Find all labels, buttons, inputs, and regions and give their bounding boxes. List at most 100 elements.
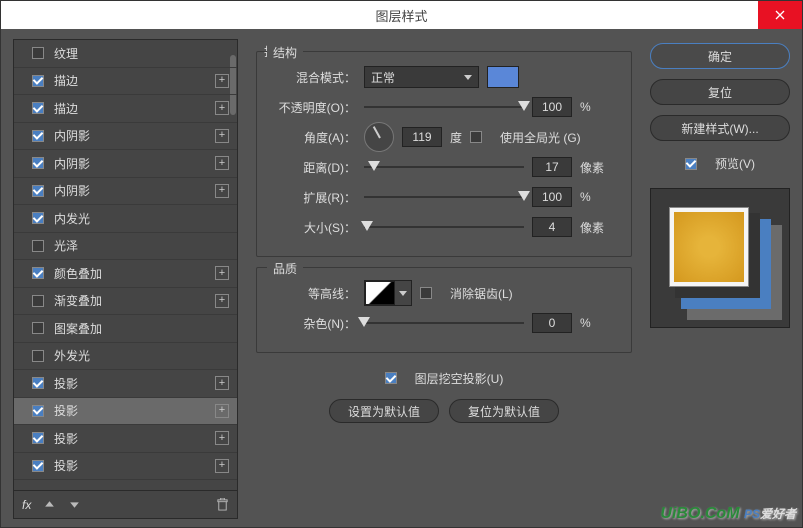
effect-label: 颜色叠加 (54, 265, 102, 282)
make-default-button[interactable]: 设置为默认值 (329, 399, 439, 423)
add-effect-button[interactable]: + (215, 101, 229, 115)
effect-row[interactable]: 纹理 (14, 40, 237, 68)
effect-checkbox[interactable] (32, 377, 44, 389)
knockout-checkbox[interactable] (385, 372, 397, 384)
contour-picker[interactable] (364, 280, 412, 306)
global-light-label: 使用全局光 (G) (500, 129, 581, 146)
effect-checkbox[interactable] (32, 157, 44, 169)
blend-mode-label: 混合模式： (271, 69, 356, 86)
trash-icon[interactable] (216, 498, 229, 511)
style-preview (650, 188, 790, 328)
cancel-button[interactable]: 复位 (650, 79, 790, 105)
spread-slider[interactable] (364, 189, 524, 205)
distance-slider[interactable] (364, 159, 524, 175)
spread-label: 扩展(R)： (271, 189, 356, 206)
opacity-slider[interactable] (364, 99, 524, 115)
antialias-checkbox[interactable] (420, 287, 432, 299)
effect-row[interactable]: 图案叠加 (14, 315, 237, 343)
effect-row[interactable]: 内阴影 + (14, 150, 237, 178)
effect-checkbox[interactable] (32, 322, 44, 334)
close-icon (775, 10, 785, 20)
effect-checkbox[interactable] (32, 432, 44, 444)
angle-input[interactable]: 119 (402, 127, 442, 147)
effect-label: 内阴影 (54, 155, 90, 172)
global-light-checkbox[interactable] (470, 131, 482, 143)
add-effect-button[interactable]: + (215, 266, 229, 280)
angle-label: 角度(A)： (271, 129, 356, 146)
effect-row[interactable]: 内阴影 + (14, 123, 237, 151)
opacity-input[interactable]: 100 (532, 97, 572, 117)
effect-label: 投影 (54, 375, 78, 392)
effect-row[interactable]: 投影 + (14, 453, 237, 481)
effect-checkbox[interactable] (32, 460, 44, 472)
size-input[interactable]: 4 (532, 217, 572, 237)
noise-input[interactable]: 0 (532, 313, 572, 333)
spread-input[interactable]: 100 (532, 187, 572, 207)
add-effect-button[interactable]: + (215, 376, 229, 390)
effect-label: 光泽 (54, 237, 78, 254)
structure-group: 结构 混合模式： 正常 不透明度(O)： 100 % (256, 51, 632, 257)
settings-panel: 投影 结构 混合模式： 正常 不透明度(O)： 100 (248, 39, 640, 519)
add-effect-button[interactable]: + (215, 294, 229, 308)
size-slider[interactable] (364, 219, 524, 235)
effects-list[interactable]: 纹理描边+描边+内阴影+内阴影+内阴影+内发光光泽颜色叠加+渐变叠加+图案叠加外… (13, 39, 238, 491)
add-effect-button[interactable]: + (215, 184, 229, 198)
effect-checkbox[interactable] (32, 212, 44, 224)
effect-row[interactable]: 投影+ (14, 398, 237, 426)
blend-mode-combo[interactable]: 正常 (364, 66, 479, 88)
effect-row[interactable]: 投影 + (14, 370, 237, 398)
effect-checkbox[interactable] (32, 185, 44, 197)
effect-checkbox[interactable] (32, 267, 44, 279)
contour-preview (365, 281, 395, 305)
effect-label: 内阴影 (54, 127, 90, 144)
add-effect-button[interactable]: + (215, 156, 229, 170)
effect-row[interactable]: 颜色叠加 + (14, 260, 237, 288)
effects-panel: 纹理描边+描边+内阴影+内阴影+内阴影+内发光光泽颜色叠加+渐变叠加+图案叠加外… (13, 39, 238, 519)
add-effect-button[interactable]: + (215, 459, 229, 473)
effect-row[interactable]: 内发光 (14, 205, 237, 233)
angle-dial[interactable] (364, 122, 394, 152)
effect-label: 渐变叠加 (54, 292, 102, 309)
add-effect-button[interactable]: + (215, 404, 229, 418)
close-button[interactable] (758, 1, 802, 29)
noise-slider[interactable] (364, 315, 524, 331)
effect-checkbox[interactable] (32, 130, 44, 142)
add-effect-button[interactable]: + (215, 74, 229, 88)
effect-checkbox[interactable] (32, 295, 44, 307)
reset-default-button[interactable]: 复位为默认值 (449, 399, 559, 423)
ok-button[interactable]: 确定 (650, 43, 790, 69)
effect-checkbox[interactable] (32, 350, 44, 362)
effect-row[interactable]: 外发光 (14, 343, 237, 371)
effect-label: 投影 (54, 457, 78, 474)
quality-title: 品质 (267, 260, 303, 277)
preview-label: 预览(V) (715, 155, 755, 172)
effect-checkbox[interactable] (32, 102, 44, 114)
preview-checkbox[interactable] (685, 158, 697, 170)
effect-checkbox[interactable] (32, 405, 44, 417)
effect-row[interactable]: 描边+ (14, 95, 237, 123)
effect-row[interactable]: 投影+ (14, 425, 237, 453)
knockout-label: 图层挖空投影(U) (415, 370, 504, 387)
fx-label[interactable]: fx (22, 498, 31, 512)
effect-row[interactable]: 描边+ (14, 68, 237, 96)
new-style-button[interactable]: 新建样式(W)... (650, 115, 790, 141)
effect-checkbox[interactable] (32, 75, 44, 87)
watermark: UiBO.CoM PS爱好者 (660, 505, 796, 523)
size-unit: 像素 (580, 219, 608, 236)
effect-row[interactable]: 渐变叠加 + (14, 288, 237, 316)
effect-row[interactable]: 光泽 (14, 233, 237, 261)
effect-checkbox[interactable] (32, 47, 44, 59)
add-effect-button[interactable]: + (215, 129, 229, 143)
arrow-up-icon[interactable] (43, 498, 56, 511)
shadow-color-swatch[interactable] (487, 66, 519, 88)
layer-style-dialog: 图层样式 纹理描边+描边+内阴影+内阴影+内阴影+内发光光泽颜色叠加+渐变叠加+… (0, 0, 803, 528)
chevron-down-icon (399, 291, 407, 296)
effect-label: 纹理 (54, 45, 78, 62)
arrow-down-icon[interactable] (68, 498, 81, 511)
distance-label: 距离(D)： (271, 159, 356, 176)
quality-group: 品质 等高线： 消除锯齿(L) 杂色(N)： 0 (256, 267, 632, 353)
add-effect-button[interactable]: + (215, 431, 229, 445)
distance-input[interactable]: 17 (532, 157, 572, 177)
effect-row[interactable]: 内阴影+ (14, 178, 237, 206)
effect-checkbox[interactable] (32, 240, 44, 252)
